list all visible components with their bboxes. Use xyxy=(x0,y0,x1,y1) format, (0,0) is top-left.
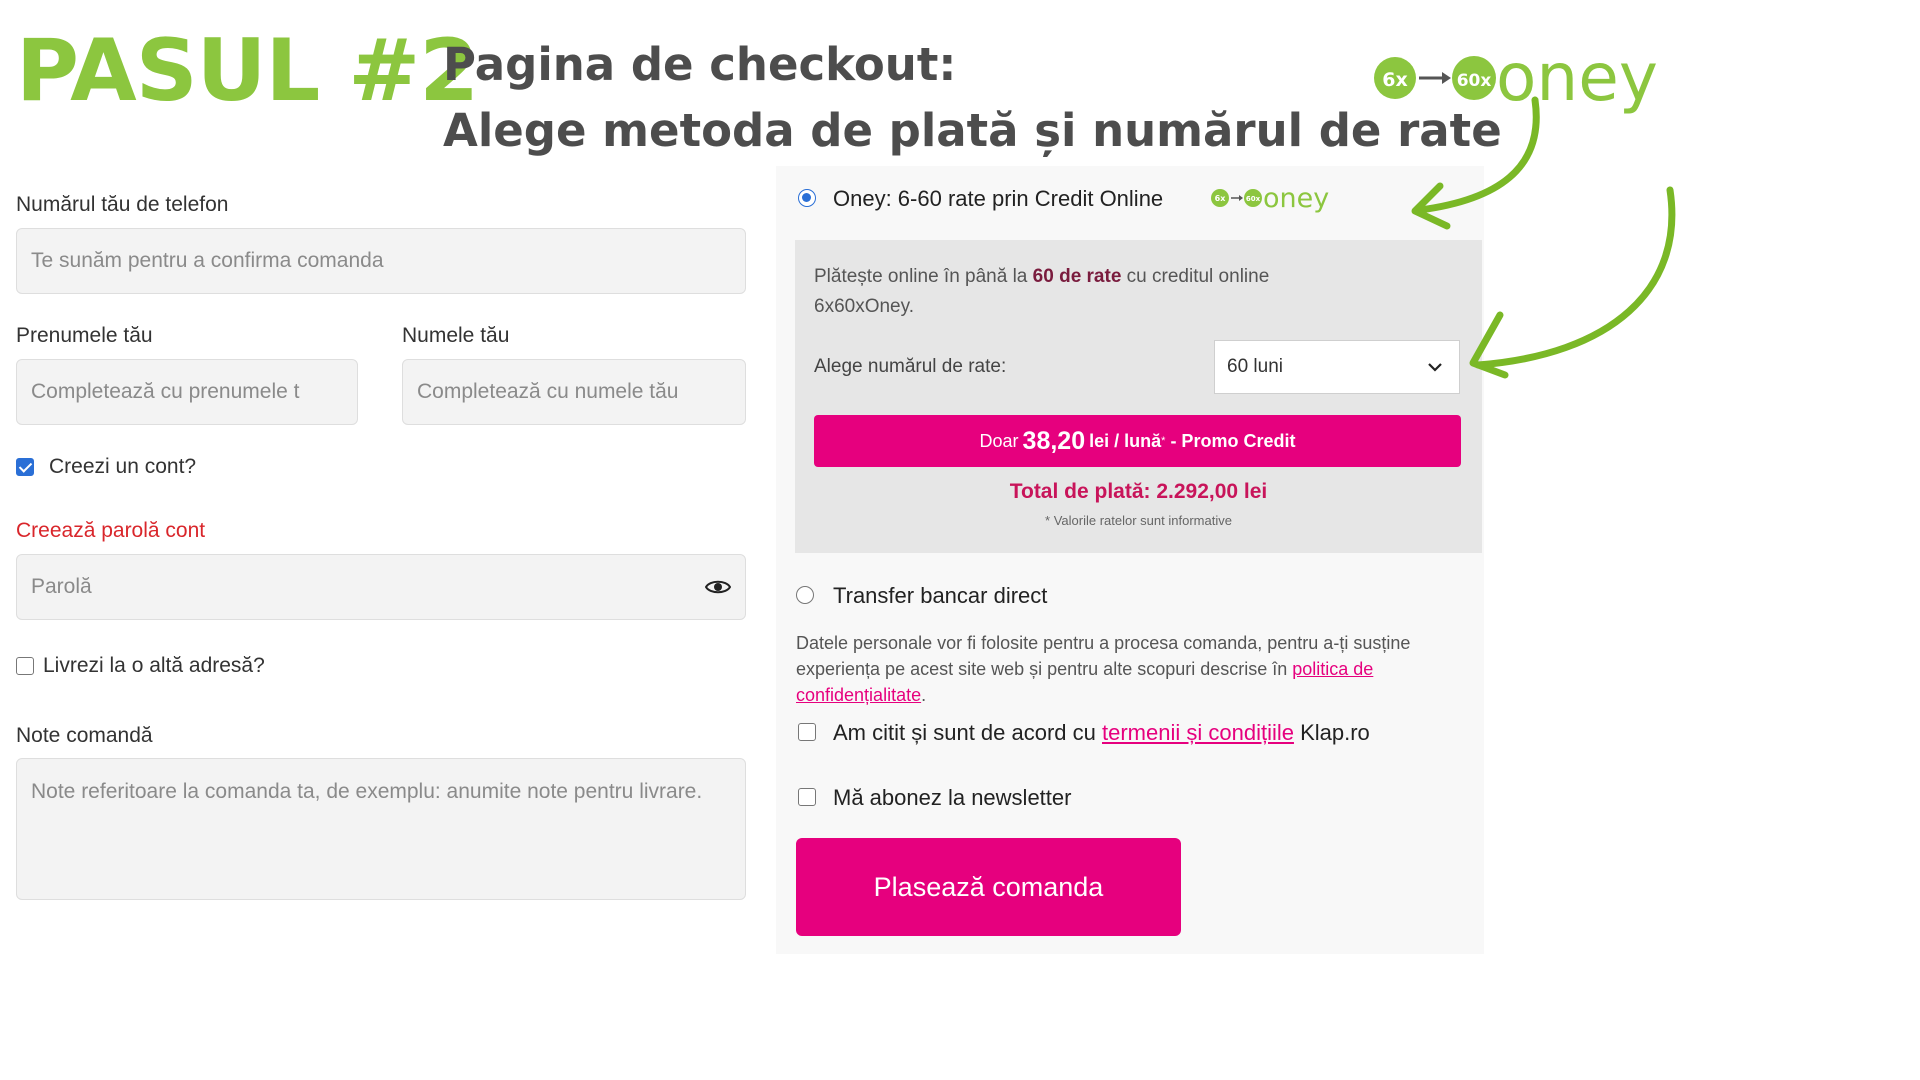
rates-disclaimer: * Valorile ratelor sunt informative xyxy=(1045,513,1232,528)
newsletter-label: Mă abonez la newsletter xyxy=(833,785,1072,810)
phone-label: Numărul tău de telefon xyxy=(16,193,229,216)
privacy-end: . xyxy=(921,685,927,705)
chevron-down-icon xyxy=(1428,363,1442,372)
header-text: Pagina de checkout: Alege metoda de plat… xyxy=(443,32,1502,164)
place-order-button[interactable]: Plasează comanda xyxy=(796,838,1181,936)
first-name-input[interactable]: Completează cu prenumele t xyxy=(16,359,358,425)
logo-badge-60x-text: 60x xyxy=(1457,71,1492,91)
arrow-to-rate-select xyxy=(1474,186,1676,369)
oney-description: Plătește online în până la 60 de rate cu… xyxy=(814,262,1374,322)
ship-elsewhere-label: Livrezi la o altă adresă? xyxy=(43,654,265,677)
terms-post: Klap.ro xyxy=(1293,720,1370,745)
newsletter-checkbox[interactable] xyxy=(798,788,816,806)
promo-mark: * xyxy=(1161,435,1166,447)
small-logo-6x: 6x xyxy=(1215,194,1227,203)
header-line-2: Alege metoda de plată și numărul de rate xyxy=(443,104,1502,157)
oney-small-logo: 6x 60x oney xyxy=(1211,183,1329,214)
rate-select-label: Alege numărul de rate: xyxy=(814,356,1007,377)
bank-transfer-label[interactable]: Transfer bancar direct xyxy=(833,583,1047,609)
promo-credit-banner[interactable]: Doar 38,20 lei / lună * - Promo Credit xyxy=(814,415,1461,467)
small-logo-60x: 60x xyxy=(1246,195,1261,203)
notes-textarea[interactable]: Note referitoare la comanda ta, de exemp… xyxy=(16,758,746,900)
oney-radio[interactable] xyxy=(798,189,816,207)
terms-link[interactable]: termenii și condițiile xyxy=(1102,720,1294,745)
logo-arrow-head xyxy=(1442,72,1451,84)
ship-elsewhere-checkbox[interactable] xyxy=(16,657,34,675)
promo-amount: 38,20 xyxy=(1022,426,1086,455)
step-title: PASUL #2 xyxy=(16,21,479,121)
password-label: Creează parolă cont xyxy=(16,519,206,542)
first-name-label: Prenumele tău xyxy=(16,324,153,347)
first-name-placeholder: Completează cu prenumele t xyxy=(31,380,300,403)
notes-label: Note comandă xyxy=(16,724,153,747)
password-placeholder: Parolă xyxy=(31,575,92,598)
notes-placeholder: Note referitoare la comanda ta, de exemp… xyxy=(31,780,703,803)
create-account-checkbox[interactable] xyxy=(16,458,34,476)
promo-pre: Doar xyxy=(979,430,1019,451)
last-name-input[interactable]: Completează cu numele tău xyxy=(402,359,746,425)
rate-select-value: 60 luni xyxy=(1227,356,1283,377)
privacy-notice: Datele personale vor fi folosite pentru … xyxy=(796,630,1466,708)
oney-desc-bold: 60 de rate xyxy=(1032,266,1122,287)
oney-logo: 6x 60x oney xyxy=(1374,42,1658,116)
rate-select[interactable]: 60 luni xyxy=(1214,340,1460,394)
small-logo-brand: oney xyxy=(1263,183,1329,214)
promo-unit: lei / lună xyxy=(1089,430,1162,451)
terms-label: Am citit și sunt de acord cu termenii și… xyxy=(833,720,1370,746)
create-account-label: Creezi un cont? xyxy=(49,455,197,478)
promo-suffix: - Promo Credit xyxy=(1170,430,1296,451)
last-name-placeholder: Completează cu numele tău xyxy=(417,380,679,403)
password-input[interactable]: Parolă xyxy=(16,554,746,620)
header-line-1: Pagina de checkout: xyxy=(443,38,957,91)
logo-brand-text: oney xyxy=(1496,42,1658,116)
eye-icon[interactable] xyxy=(705,578,731,596)
logo-badge-6x-text: 6x xyxy=(1382,69,1407,91)
oney-desc-pre: Plătește online în până la xyxy=(814,266,1033,287)
oney-option-label[interactable]: Oney: 6-60 rate prin Credit Online xyxy=(833,186,1163,212)
phone-placeholder: Te sunăm pentru a confirma comanda xyxy=(31,249,384,272)
last-name-label: Numele tău xyxy=(402,324,510,347)
phone-input[interactable]: Te sunăm pentru a confirma comanda xyxy=(16,228,746,294)
terms-pre: Am citit și sunt de acord cu xyxy=(833,720,1102,745)
bank-transfer-radio[interactable] xyxy=(796,586,814,604)
total-payment: Total de plată: 2.292,00 lei xyxy=(1009,480,1268,503)
terms-checkbox[interactable] xyxy=(798,723,816,741)
